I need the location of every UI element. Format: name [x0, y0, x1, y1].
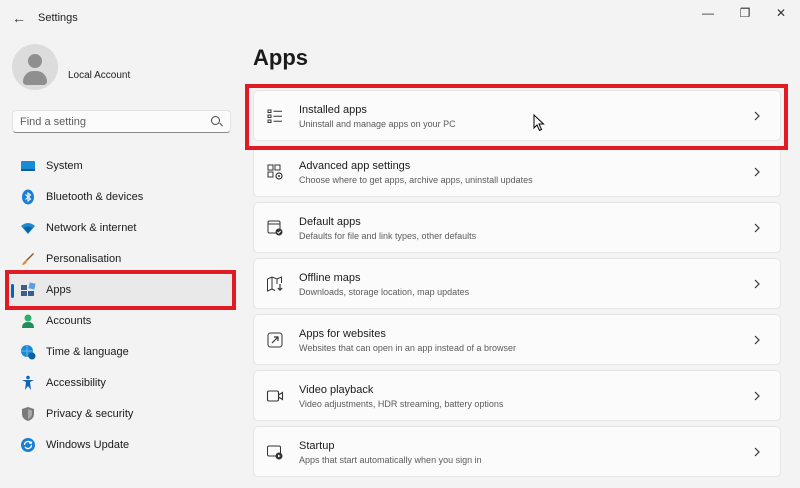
card-subtitle: Downloads, storage location, map updates: [299, 287, 470, 297]
card-subtitle: Uninstall and manage apps on your PC: [299, 119, 456, 129]
card-startup[interactable]: Startup Apps that start automatically wh…: [253, 426, 781, 477]
maximize-button[interactable]: ❐: [730, 4, 760, 22]
bluetooth-icon: [22, 189, 34, 205]
account-name: Local Account: [68, 70, 131, 81]
mouse-cursor-icon: [533, 114, 545, 132]
apps-icon: [21, 282, 36, 296]
wifi-icon: [21, 223, 35, 234]
app-title: Settings: [38, 12, 78, 24]
sidebar-item-label: Windows Update: [46, 439, 130, 451]
avatar: [12, 44, 58, 90]
sidebar-item-personalisation[interactable]: Personalisation: [8, 244, 234, 275]
back-button[interactable]: ←: [10, 9, 28, 27]
globe-clock-icon: [21, 345, 36, 360]
map-icon: [267, 276, 283, 292]
sidebar-item-system[interactable]: System: [8, 151, 234, 182]
card-advanced-app-settings[interactable]: Advanced app settings Choose where to ge…: [253, 146, 781, 197]
sidebar-item-apps[interactable]: Apps: [8, 275, 234, 306]
card-subtitle: Choose where to get apps, archive apps, …: [299, 175, 533, 185]
card-subtitle: Video adjustments, HDR streaming, batter…: [299, 399, 504, 409]
card-subtitle: Websites that can open in an app instead…: [299, 343, 516, 353]
sidebar-item-label: Time & language: [46, 346, 129, 358]
sidebar-nav: System Bluetooth & devices Network & int…: [8, 151, 234, 461]
card-title: Apps for websites: [299, 328, 386, 340]
card-video-playback[interactable]: Video playback Video adjustments, HDR st…: [253, 370, 781, 421]
monitor-icon: [21, 161, 35, 171]
sidebar-item-network[interactable]: Network & internet: [8, 213, 234, 244]
open-link-icon: [267, 332, 283, 348]
search-input[interactable]: Find a setting: [12, 110, 231, 133]
sidebar-item-label: Personalisation: [46, 253, 122, 265]
minimize-button[interactable]: —: [693, 4, 723, 22]
chevron-right-icon: [754, 279, 760, 289]
card-title: Startup: [299, 440, 335, 452]
sidebar-item-label: Network & internet: [46, 222, 137, 234]
chevron-right-icon: [754, 335, 760, 345]
sidebar-item-label: System: [46, 160, 83, 172]
brush-icon: [22, 253, 34, 265]
card-title: Advanced app settings: [299, 160, 411, 172]
card-subtitle: Defaults for file and link types, other …: [299, 231, 477, 241]
sidebar-item-windows-update[interactable]: Windows Update: [8, 430, 234, 461]
card-default-apps[interactable]: Default apps Defaults for file and link …: [253, 202, 781, 253]
list-icon: [267, 109, 282, 123]
card-title: Installed apps: [299, 104, 367, 116]
card-title: Video playback: [299, 384, 374, 396]
accessibility-icon: [22, 375, 34, 390]
chevron-right-icon: [754, 391, 760, 401]
person-icon: [22, 314, 34, 328]
search-placeholder: Find a setting: [20, 116, 87, 128]
sidebar-item-label: Bluetooth & devices: [46, 191, 144, 203]
card-title: Default apps: [299, 216, 361, 228]
sidebar-item-bluetooth[interactable]: Bluetooth & devices: [8, 182, 234, 213]
title-bar: ← Settings — ❐ ✕: [0, 0, 800, 36]
sidebar-item-label: Privacy & security: [46, 408, 134, 420]
settings-card-list: Installed apps Uninstall and manage apps…: [253, 90, 781, 482]
chevron-right-icon: [754, 223, 760, 233]
page-title: Apps: [253, 45, 308, 70]
card-title: Offline maps: [299, 272, 361, 284]
shield-icon: [22, 407, 34, 421]
sidebar-item-label: Apps: [46, 284, 72, 296]
search-icon[interactable]: [211, 116, 220, 125]
chevron-right-icon: [754, 111, 760, 121]
chevron-right-icon: [754, 167, 760, 177]
close-button[interactable]: ✕: [766, 4, 796, 22]
video-icon: [266, 390, 284, 402]
sidebar-item-label: Accessibility: [46, 377, 106, 389]
chevron-right-icon: [754, 447, 760, 457]
sidebar-item-label: Accounts: [46, 315, 92, 327]
startup-icon: [267, 445, 283, 460]
sidebar-item-accessibility[interactable]: Accessibility: [8, 368, 234, 399]
app-settings-icon: [267, 164, 283, 180]
default-apps-icon: [267, 220, 283, 236]
card-installed-apps[interactable]: Installed apps Uninstall and manage apps…: [253, 90, 781, 141]
sidebar-item-privacy-security[interactable]: Privacy & security: [8, 399, 234, 430]
update-icon: [21, 438, 35, 452]
card-subtitle: Apps that start automatically when you s…: [299, 455, 482, 465]
sidebar-item-time-language[interactable]: Time & language: [8, 337, 234, 368]
sidebar-item-accounts[interactable]: Accounts: [8, 306, 234, 337]
card-offline-maps[interactable]: Offline maps Downloads, storage location…: [253, 258, 781, 309]
card-apps-for-websites[interactable]: Apps for websites Websites that can open…: [253, 314, 781, 365]
